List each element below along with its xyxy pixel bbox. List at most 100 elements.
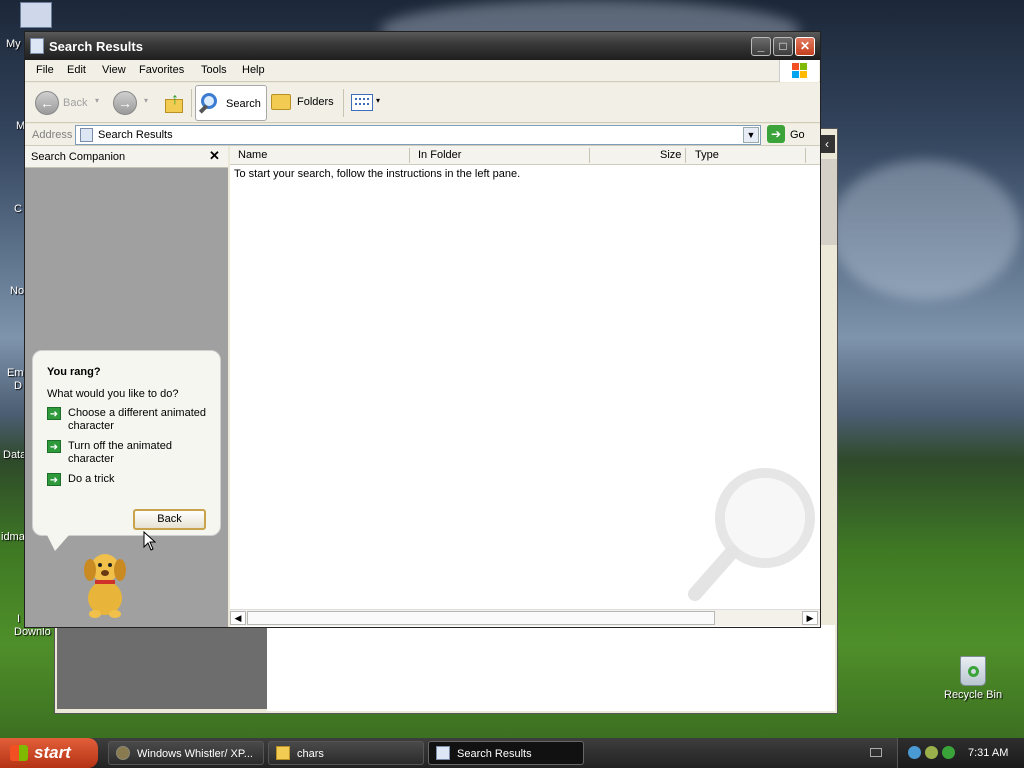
folders-button-label[interactable]: Folders xyxy=(297,96,334,108)
minimize-button[interactable]: _ xyxy=(751,37,771,56)
speech-bubble-tail xyxy=(47,535,69,551)
media-icon xyxy=(116,746,130,760)
taskbar-item-chars[interactable]: chars xyxy=(268,741,424,765)
menu-bar: File Edit View Favorites Tools Help xyxy=(25,60,820,82)
back-button-label[interactable]: Back xyxy=(63,97,87,109)
desktop-icon-label: D xyxy=(14,380,22,392)
bubble-question: What would you like to do? xyxy=(47,388,179,400)
option-text: Choose a different animated character xyxy=(68,407,206,432)
column-separator[interactable] xyxy=(589,148,590,163)
windows-logo-icon xyxy=(10,745,28,761)
go-arrow-icon[interactable]: ➔ xyxy=(767,125,785,143)
background-window-right-pane xyxy=(267,625,835,711)
desktop-icon-label: C xyxy=(14,203,22,215)
green-arrow-icon: ➜ xyxy=(47,440,61,453)
go-button[interactable]: Go xyxy=(790,129,805,141)
background-window-left-pane xyxy=(57,625,267,709)
keyboard-icon[interactable] xyxy=(870,748,882,757)
bubble-title: You rang? xyxy=(47,366,101,378)
assistant-speech-bubble: You rang? What would you like to do? ➜ C… xyxy=(32,350,221,551)
clock: 7:31 AM xyxy=(968,747,1009,759)
search-button-label: Search xyxy=(226,98,261,110)
column-separator[interactable] xyxy=(805,148,806,163)
results-column-header: Name In Folder Size Type xyxy=(230,146,820,165)
views-icon[interactable] xyxy=(351,94,373,111)
folders-icon[interactable] xyxy=(271,94,291,110)
network-icon[interactable] xyxy=(908,746,921,759)
menu-edit[interactable]: Edit xyxy=(67,64,86,76)
scroll-left-icon[interactable]: ◀ xyxy=(230,611,246,625)
maximize-button[interactable]: □ xyxy=(773,37,793,56)
address-dropdown-icon[interactable]: ▼ xyxy=(743,127,759,143)
desktop-icon-label: idma xyxy=(1,531,25,543)
address-label: Address xyxy=(32,129,73,141)
desktop-icon-label: My xyxy=(6,38,21,50)
search-companion-close-icon[interactable]: ✕ xyxy=(209,148,220,164)
recycle-bin-icon xyxy=(960,656,987,686)
windows-flag-icon xyxy=(779,60,819,82)
bubble-back-button[interactable]: Back xyxy=(133,509,206,530)
column-size[interactable]: Size xyxy=(660,149,681,161)
taskbar-item-label: Search Results xyxy=(457,748,532,760)
address-input[interactable]: Search Results ▼ xyxy=(75,125,761,145)
computer-icon xyxy=(20,2,52,28)
green-arrow-icon: ➜ xyxy=(47,407,61,420)
rover-dog-icon[interactable] xyxy=(75,548,135,620)
window-icon xyxy=(30,38,44,54)
toolbar-separator xyxy=(191,89,192,117)
scrollbar-thumb[interactable] xyxy=(247,611,715,625)
close-button[interactable]: ✕ xyxy=(795,37,815,56)
security-icon[interactable] xyxy=(942,746,955,759)
column-separator[interactable] xyxy=(409,148,410,163)
search-companion-header: Search Companion ✕ xyxy=(25,146,228,168)
back-arrow-icon[interactable]: ← xyxy=(35,91,59,115)
search-companion-pane: Search Companion ✕ You rang? What would … xyxy=(25,146,228,627)
search-companion-title: Search Companion xyxy=(31,151,126,163)
desktop-icon-recycle-bin[interactable]: Recycle Bin xyxy=(944,656,1002,701)
taskbar-item-search-results[interactable]: Search Results xyxy=(428,741,584,765)
taskbar-item-windows-whistler[interactable]: Windows Whistler/ XP... xyxy=(108,741,264,765)
option-choose-character[interactable]: ➜ Choose a different animated character xyxy=(47,407,212,435)
background-window-close-icon[interactable]: ‹ xyxy=(819,135,835,153)
start-button[interactable]: start xyxy=(0,738,98,768)
taskbar-item-label: Windows Whistler/ XP... xyxy=(137,748,253,760)
search-results-window[interactable]: Search Results _ □ ✕ File Edit View Favo… xyxy=(24,31,821,628)
column-separator[interactable] xyxy=(685,148,686,163)
start-label: start xyxy=(34,743,71,762)
column-name[interactable]: Name xyxy=(238,149,267,161)
up-folder-icon[interactable]: ↑ xyxy=(163,91,185,115)
menu-view[interactable]: View xyxy=(102,64,126,76)
scroll-right-icon[interactable]: ▶ xyxy=(802,611,818,625)
forward-dropdown-icon[interactable]: ▾ xyxy=(144,96,148,105)
menu-tools[interactable]: Tools xyxy=(201,64,227,76)
address-value: Search Results xyxy=(98,129,173,141)
toolbar: ← Back ▾ → ▾ ↑ Search Folders ▾ xyxy=(25,83,820,123)
forward-arrow-icon[interactable]: → xyxy=(113,91,137,115)
back-dropdown-icon[interactable]: ▾ xyxy=(95,96,99,105)
column-type[interactable]: Type xyxy=(695,149,719,161)
window-title: Search Results xyxy=(49,39,143,54)
option-do-a-trick[interactable]: ➜ Do a trick xyxy=(47,473,212,487)
menu-favorites[interactable]: Favorites xyxy=(139,64,184,76)
title-bar[interactable]: Search Results _ □ ✕ xyxy=(25,32,820,60)
option-turn-off-character[interactable]: ➜ Turn off the animated character xyxy=(47,440,212,468)
folder-icon xyxy=(276,746,290,760)
cloud-decoration xyxy=(830,160,1020,300)
volume-icon[interactable] xyxy=(925,746,938,759)
desktop-icon-label: No xyxy=(10,285,25,297)
search-results-icon xyxy=(436,746,450,760)
horizontal-scrollbar[interactable]: ◀ ▶ xyxy=(230,609,820,626)
taskbar-item-label: chars xyxy=(297,748,324,760)
background-window-strip xyxy=(819,159,837,245)
search-icon-handle xyxy=(198,104,209,114)
desktop-icon-my-computer[interactable] xyxy=(20,2,52,28)
views-dropdown-icon[interactable]: ▾ xyxy=(376,96,380,105)
mouse-cursor-icon xyxy=(143,531,157,551)
results-pane: Name In Folder Size Type To start your s… xyxy=(230,146,820,627)
search-button[interactable]: Search xyxy=(195,85,267,121)
desktop-icon-label: Data xyxy=(3,449,27,461)
menu-help[interactable]: Help xyxy=(242,64,265,76)
column-in-folder[interactable]: In Folder xyxy=(418,149,461,161)
menu-file[interactable]: File xyxy=(36,64,54,76)
toolbar-separator xyxy=(343,89,344,117)
